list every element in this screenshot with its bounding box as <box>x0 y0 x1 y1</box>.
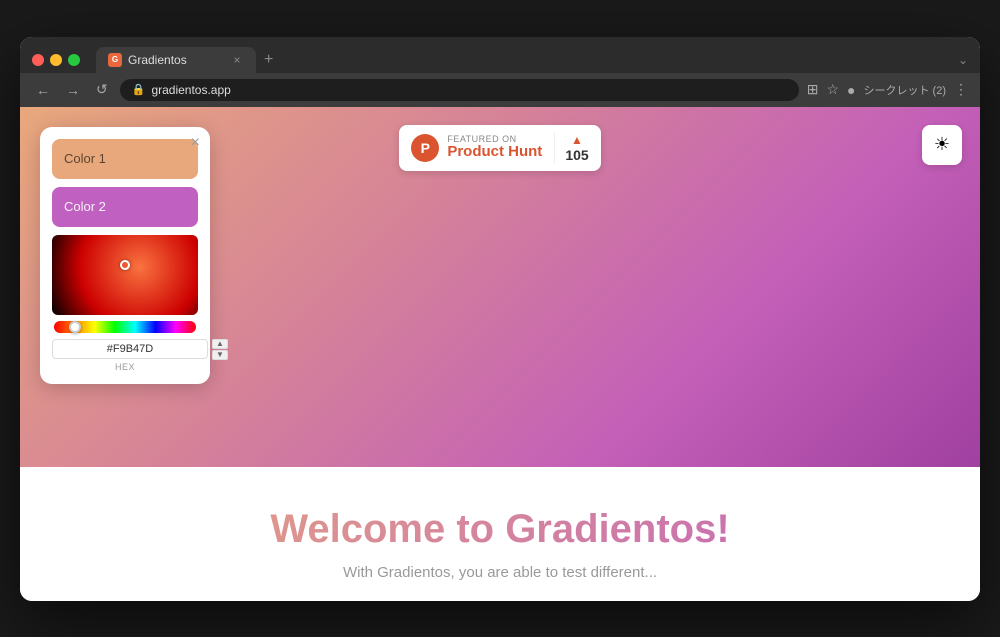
tab-favicon: G <box>108 53 122 67</box>
theme-toggle-button[interactable]: ☀ <box>922 125 962 165</box>
below-hero-section: Welcome to Gradientos! With Gradientos, … <box>20 467 980 601</box>
ph-name-label: Product Hunt <box>447 144 542 161</box>
welcome-title: Welcome to Gradientos! <box>40 507 960 552</box>
hue-thumb <box>69 321 81 333</box>
hue-slider[interactable] <box>54 321 196 333</box>
color1-label: Color 1 <box>64 151 106 166</box>
sun-icon: ☀ <box>934 134 950 155</box>
address-bar[interactable]: 🔒 gradientos.app <box>120 79 799 101</box>
active-tab[interactable]: G Gradientos × <box>96 47 256 73</box>
product-hunt-logo: P <box>411 134 439 162</box>
incognito-label: シークレット (2) <box>864 82 947 98</box>
ph-votes: ▲ 105 <box>554 133 588 163</box>
color-swatch-2[interactable]: Color 2 <box>52 187 198 227</box>
minimize-traffic-light[interactable] <box>50 54 62 66</box>
traffic-lights <box>32 54 80 66</box>
picker-cursor <box>120 260 130 270</box>
forward-button[interactable]: → <box>62 80 84 100</box>
hex-spinner: ▲ ▼ <box>212 339 228 360</box>
profile-button[interactable]: ● <box>847 82 855 98</box>
color-gradient-picker[interactable] <box>52 235 198 315</box>
browser-chrome: G Gradientos × + ⌄ ← → ↺ 🔒 gradientos.ap… <box>20 37 980 107</box>
color-picker-panel: × Color 1 Color 2 <box>40 127 210 384</box>
cast-button[interactable]: ⊞ <box>807 81 819 98</box>
lock-icon: 🔒 <box>132 83 146 96</box>
page-content: P FEATURED ON Product Hunt ▲ 105 ☀ × Col… <box>20 107 980 601</box>
hex-input[interactable] <box>52 339 208 359</box>
color-swatch-1[interactable]: Color 1 <box>52 139 198 179</box>
bookmark-button[interactable]: ☆ <box>826 81 839 98</box>
product-hunt-text: FEATURED ON Product Hunt <box>447 134 542 161</box>
hex-spinner-up[interactable]: ▲ <box>212 339 228 349</box>
hero-section: P FEATURED ON Product Hunt ▲ 105 ☀ × Col… <box>20 107 980 467</box>
welcome-subtitle: With Gradientos, you are able to test di… <box>40 564 960 581</box>
ph-vote-count: 105 <box>565 147 588 163</box>
address-text: gradientos.app <box>151 83 230 97</box>
browser-titlebar: G Gradientos × + ⌄ <box>20 37 980 73</box>
back-button[interactable]: ← <box>32 80 54 100</box>
panel-close-button[interactable]: × <box>191 135 200 151</box>
new-tab-button[interactable]: + <box>260 47 277 73</box>
tab-close-button[interactable]: × <box>230 53 244 67</box>
hue-slider-container <box>52 321 198 333</box>
maximize-traffic-light[interactable] <box>68 54 80 66</box>
hex-input-row: ▲ ▼ <box>52 339 198 360</box>
close-traffic-light[interactable] <box>32 54 44 66</box>
hex-spinner-down[interactable]: ▼ <box>212 350 228 360</box>
toolbar-actions: ⊞ ☆ ● シークレット (2) ⋮ <box>807 81 968 98</box>
tab-title: Gradientos <box>128 53 187 67</box>
hex-label: HEX <box>52 362 198 372</box>
refresh-button[interactable]: ↺ <box>92 79 112 100</box>
menu-button[interactable]: ⋮ <box>954 81 968 98</box>
browser-collapse-button[interactable]: ⌄ <box>958 53 968 67</box>
color2-label: Color 2 <box>64 199 106 214</box>
browser-window: G Gradientos × + ⌄ ← → ↺ 🔒 gradientos.ap… <box>20 37 980 601</box>
ph-arrow-icon: ▲ <box>571 133 583 147</box>
tab-bar: G Gradientos × + <box>96 47 950 73</box>
browser-toolbar: ← → ↺ 🔒 gradientos.app ⊞ ☆ ● シークレット (2) … <box>20 73 980 107</box>
product-hunt-badge[interactable]: P FEATURED ON Product Hunt ▲ 105 <box>399 125 600 171</box>
